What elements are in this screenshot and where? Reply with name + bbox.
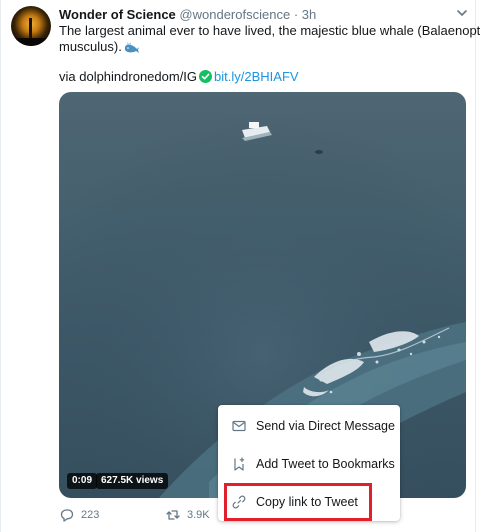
via-text: via dolphindronedom/IG bbox=[59, 69, 198, 84]
menu-item-send-dm[interactable]: Send via Direct Message bbox=[218, 407, 400, 445]
tweet-header: Wonder of Science @wonderofscience · 3h bbox=[59, 7, 316, 23]
highlight-box bbox=[224, 483, 372, 521]
whale-emoji-icon bbox=[124, 41, 139, 53]
menu-item-label: Add Tweet to Bookmarks bbox=[256, 457, 395, 471]
tweet-link[interactable]: bit.ly/2BHIAFV bbox=[214, 69, 299, 84]
author-avatar[interactable] bbox=[11, 6, 51, 46]
avatar-tower-silhouette bbox=[29, 18, 32, 40]
mail-icon bbox=[232, 420, 246, 432]
reply-count: 223 bbox=[81, 509, 100, 521]
reply-icon bbox=[60, 509, 74, 522]
video-views-badge: 627.5K views bbox=[96, 473, 169, 489]
tweet-text-line-1: The largest animal ever to have lived, t… bbox=[59, 23, 480, 38]
reply-button[interactable]: 223 bbox=[59, 505, 99, 525]
header-separator: · bbox=[293, 7, 299, 22]
tweet-text-line-2: musculus). bbox=[59, 39, 467, 55]
retweet-button[interactable]: 3.9K bbox=[165, 505, 210, 525]
video-duration-badge: 0:09 bbox=[67, 473, 98, 489]
menu-item-label: Send via Direct Message bbox=[256, 419, 395, 433]
retweet-icon bbox=[166, 510, 180, 520]
tweet-text-line-2-text: musculus). bbox=[59, 39, 122, 54]
author-handle[interactable]: @wonderofscience bbox=[179, 7, 290, 22]
menu-item-add-bookmark[interactable]: Add Tweet to Bookmarks bbox=[218, 445, 400, 483]
tweet[interactable]: Wonder of Science @wonderofscience · 3h … bbox=[0, 0, 480, 532]
tweet-time[interactable]: 3h bbox=[302, 7, 316, 22]
author-name[interactable]: Wonder of Science bbox=[59, 7, 176, 22]
via-line: via dolphindronedom/IG bit.ly/2BHIAFV bbox=[59, 69, 299, 85]
check-circle-icon bbox=[199, 70, 213, 83]
chevron-down-icon[interactable] bbox=[455, 6, 469, 20]
retweet-count: 3.9K bbox=[187, 509, 210, 521]
avatar-ground bbox=[11, 38, 51, 46]
bookmark-add-icon bbox=[234, 457, 245, 471]
tweet-text: The largest animal ever to have lived, t… bbox=[59, 23, 480, 55]
